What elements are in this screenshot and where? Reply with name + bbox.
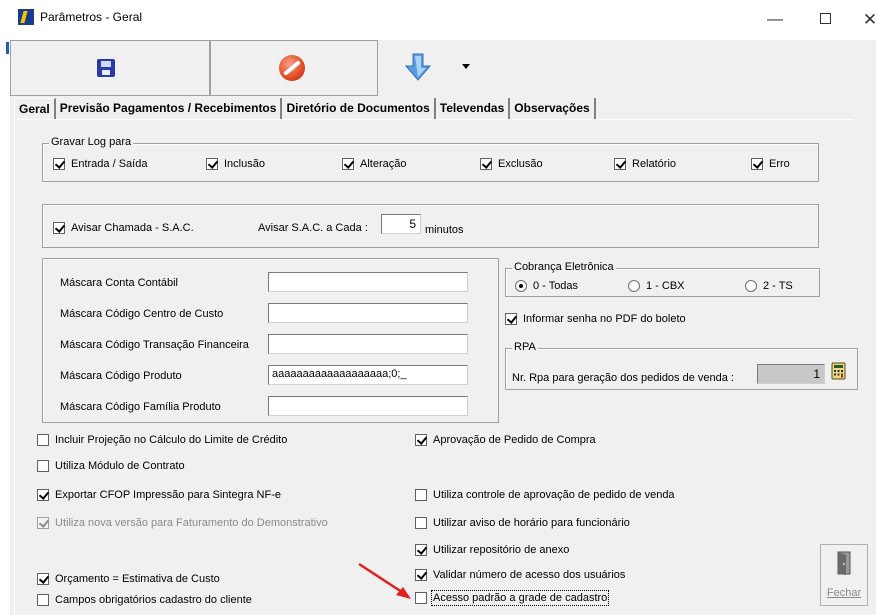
checkbox-box (415, 544, 427, 556)
log-inclusao-checkbox[interactable]: Inclusão (206, 158, 265, 170)
aprovacao-pedido-compra-checkbox[interactable]: Aprovação de Pedido de Compra (415, 434, 596, 446)
tab-televendas[interactable]: Televendas (436, 98, 511, 120)
checkbox-box (614, 158, 626, 170)
incluir-projecao-checkbox[interactable]: Incluir Projeção no Cálculo do Limite de… (37, 434, 287, 446)
campos-obrigatorios-checkbox[interactable]: Campos obrigatórios cadastro do cliente (37, 594, 252, 606)
tab-diretorio[interactable]: Diretório de Documentos (282, 98, 436, 120)
window-title: Parâmetros - Geral (40, 10, 143, 24)
checkbox-box (751, 158, 763, 170)
mask-codigo-produto-input[interactable]: aaaaaaaaaaaaaaaaaaa;0;_ (268, 365, 468, 385)
mask-centro-custo-label: Máscara Código Centro de Custo (60, 308, 224, 320)
cobranca-ts-radio[interactable]: 2 - TS (745, 280, 793, 292)
checkbox-box (342, 158, 354, 170)
mask-centro-custo-input[interactable] (268, 303, 468, 323)
checkbox-box (53, 158, 65, 170)
log-group-title: Gravar Log para (49, 136, 134, 148)
controle-aprovacao-pedido-venda-checkbox[interactable]: Utiliza controle de aprovação de pedido … (415, 489, 675, 501)
minimize-button[interactable]: — (755, 8, 795, 32)
log-groupbox: Gravar Log para (42, 136, 819, 182)
down-arrow-icon (404, 53, 432, 81)
rpa-number-input[interactable]: 1 (757, 364, 825, 384)
radio-dot (745, 280, 757, 292)
checkbox-box (480, 158, 492, 170)
acesso-padrao-grade-checkbox[interactable]: Acesso padrão a grade de cadastro (415, 590, 610, 606)
cobranca-group-title: Cobrança Eletrônica (512, 261, 616, 273)
import-dropdown-button[interactable] (378, 40, 498, 96)
chevron-down-icon (462, 64, 470, 69)
exit-door-icon (837, 551, 851, 575)
mask-codigo-produto-label: Máscara Código Produto (60, 370, 182, 382)
rpa-label: Nr. Rpa para geração dos pedidos de vend… (512, 372, 734, 384)
avisar-sac-cada-label: Avisar S.A.C. a Cada : (258, 222, 368, 234)
informar-senha-pdf-checkbox[interactable]: Informar senha no PDF do boleto (505, 313, 686, 325)
checkbox-box (53, 222, 65, 234)
title-bar: Parâmetros - Geral — ✕ (10, 0, 876, 40)
mask-conta-contabil-label: Máscara Conta Contábil (60, 277, 179, 289)
floppy-disk-icon (97, 59, 115, 77)
checkbox-box (37, 517, 49, 529)
mask-familia-produto-input[interactable] (268, 396, 468, 416)
maximize-icon (819, 13, 831, 24)
checkbox-box (37, 489, 49, 501)
mask-transacao-financeira-input[interactable] (268, 334, 468, 354)
checkbox-box (415, 569, 427, 581)
mask-familia-produto-label: Máscara Código Família Produto (60, 401, 221, 413)
cancel-button[interactable] (210, 40, 378, 96)
annotation-arrow-icon (358, 562, 411, 599)
avisar-sac-minutes-input[interactable]: 5 (381, 214, 421, 234)
checkbox-box (37, 460, 49, 472)
checkbox-box (415, 489, 427, 501)
log-entrada-saida-checkbox[interactable]: Entrada / Saída (53, 158, 147, 170)
fechar-label: Fechar (826, 587, 862, 599)
mask-conta-contabil-input[interactable] (268, 272, 468, 292)
cobranca-cbx-radio[interactable]: 1 - CBX (628, 280, 685, 292)
tab-previsao[interactable]: Previsão Pagamentos / Recebimentos (56, 98, 283, 120)
log-relatorio-checkbox[interactable]: Relatório (614, 158, 676, 170)
repositorio-anexo-checkbox[interactable]: Utilizar repositório de anexo (415, 544, 569, 556)
checkbox-box (37, 594, 49, 606)
save-button[interactable] (10, 40, 210, 96)
close-button[interactable]: ✕ (850, 8, 876, 32)
cobranca-todas-radio[interactable]: 0 - Todas (515, 280, 578, 292)
tab-observacoes[interactable]: Observações (510, 98, 596, 120)
exportar-cfop-checkbox[interactable]: Exportar CFOP Impressão para Sintegra NF… (37, 489, 281, 501)
maximize-button[interactable] (805, 8, 845, 32)
checkbox-box (415, 592, 427, 604)
aviso-horario-checkbox[interactable]: Utilizar aviso de horário para funcionár… (415, 517, 630, 529)
rpa-group-title: RPA (512, 341, 538, 353)
checkbox-box (37, 434, 49, 446)
desktop-edge (0, 0, 10, 615)
mask-transacao-financeira-label: Máscara Código Transação Financeira (60, 339, 249, 351)
background-marker (6, 42, 9, 54)
avisar-chamada-sac-checkbox[interactable]: Avisar Chamada - S.A.C. (53, 222, 194, 234)
nova-versao-faturamento-checkbox[interactable]: Utiliza nova versão para Faturamento do … (37, 517, 328, 529)
checkbox-box (505, 313, 517, 325)
log-erro-checkbox[interactable]: Erro (751, 158, 790, 170)
calculator-icon[interactable] (830, 362, 848, 380)
minutes-unit-label: minutos (425, 224, 464, 236)
tab-geral[interactable]: Geral (14, 98, 56, 120)
checkbox-box (37, 573, 49, 585)
tab-bar: Geral Previsão Pagamentos / Recebimentos… (14, 98, 596, 120)
prohibited-icon (279, 55, 305, 81)
utiliza-contrato-checkbox[interactable]: Utiliza Módulo de Contrato (37, 460, 185, 472)
radio-dot (515, 280, 527, 292)
checkbox-box (415, 517, 427, 529)
log-exclusao-checkbox[interactable]: Exclusão (480, 158, 543, 170)
fechar-button[interactable]: Fechar (820, 544, 868, 606)
toolbar (10, 40, 570, 96)
log-alteracao-checkbox[interactable]: Alteração (342, 158, 406, 170)
radio-dot (628, 280, 640, 292)
orcamento-estimativa-checkbox[interactable]: Orçamento = Estimativa de Custo (37, 573, 220, 585)
checkbox-box (415, 434, 427, 446)
validar-acesso-checkbox[interactable]: Validar número de acesso dos usuários (415, 569, 625, 581)
app-icon (18, 9, 34, 25)
checkbox-box (206, 158, 218, 170)
